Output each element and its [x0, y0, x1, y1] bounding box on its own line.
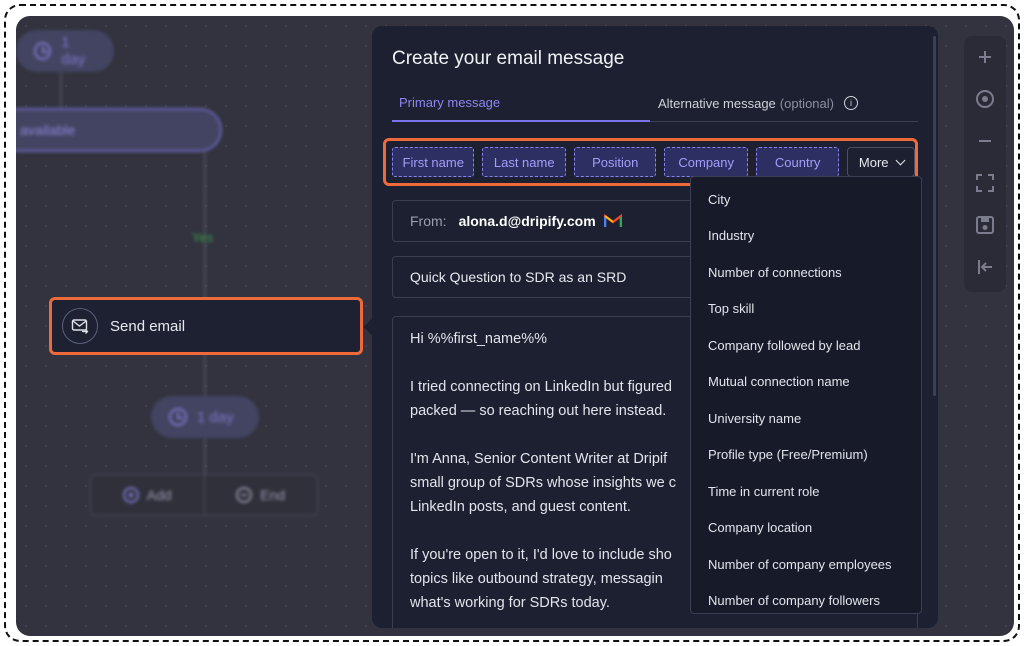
dropdown-item-number-of-company-followers[interactable]: Number of company followers	[691, 583, 921, 620]
yes-branch-label: Yes	[192, 230, 214, 245]
tab-primary-label: Primary message	[399, 94, 501, 110]
clock-icon	[34, 42, 52, 60]
add-end-control: Add End	[90, 474, 318, 516]
plus-icon[interactable]	[964, 36, 1006, 78]
end-workflow-button[interactable]: End	[203, 475, 318, 515]
dropdown-item-city[interactable]: City	[691, 181, 921, 218]
variable-chip-company[interactable]: Company	[664, 147, 748, 177]
variable-chip-position[interactable]: Position	[573, 147, 657, 177]
send-email-label: Send email	[110, 317, 186, 335]
dropdown-item-number-of-company-employees[interactable]: Number of company employees	[691, 546, 921, 583]
target-icon[interactable]	[964, 78, 1006, 120]
workflow-canvas: 1 day available Yes 1 day Add End Send e…	[16, 16, 1014, 636]
dropdown-item-top-skill[interactable]: Top skill	[691, 291, 921, 328]
delay-label: 1 day	[197, 408, 234, 426]
connector-line	[204, 438, 206, 474]
tab-primary-message[interactable]: Primary message	[392, 84, 650, 122]
connector-line	[60, 66, 62, 110]
subject-value: Quick Question to SDR as an SRD	[410, 269, 627, 285]
more-variables-button[interactable]: More	[847, 147, 915, 177]
connector-line	[204, 152, 206, 300]
fit-screen-icon[interactable]	[964, 162, 1006, 204]
condition-node[interactable]: available	[16, 108, 222, 152]
variable-chip-country[interactable]: Country	[755, 147, 840, 177]
variable-chip-last-name[interactable]: Last name	[482, 147, 566, 177]
dropdown-item-university-name[interactable]: University name	[691, 400, 921, 437]
chevron-down-icon	[895, 155, 905, 165]
from-label: From:	[410, 213, 447, 229]
dropdown-item-company-followed-by-lead[interactable]: Company followed by lead	[691, 327, 921, 364]
plus-circle-icon	[122, 487, 139, 503]
panel-scrollbar[interactable]	[933, 36, 936, 396]
dropdown-item-mutual-connection-name[interactable]: Mutual connection name	[691, 364, 921, 401]
screenshot-frame: 1 day available Yes 1 day Add End Send e…	[4, 4, 1020, 642]
variable-chip-first-name[interactable]: First name	[392, 147, 475, 177]
message-tabs: Primary message Alternative message (opt…	[392, 84, 918, 122]
dropdown-item-company-location[interactable]: Company location	[691, 510, 921, 547]
end-label: End	[260, 487, 286, 503]
more-label: More	[858, 154, 889, 170]
canvas-toolbar	[964, 36, 1006, 292]
minus-icon[interactable]	[964, 120, 1006, 162]
tab-alternative-message[interactable]: Alternative message (optional) i	[658, 84, 858, 122]
dropdown-item-profile-type[interactable]: Profile type (Free/Premium)	[691, 437, 921, 474]
send-email-node[interactable]: Send email	[49, 297, 363, 355]
tab-alternative-label: Alternative message	[658, 95, 776, 111]
from-email-value: alona.d@dripify.com	[458, 213, 596, 229]
info-icon[interactable]: i	[843, 96, 858, 110]
more-variables-dropdown: City Industry Number of connections Top …	[690, 176, 922, 614]
tab-optional-note: (optional)	[779, 95, 834, 111]
save-icon[interactable]	[964, 204, 1006, 246]
dropdown-item-time-in-current-role[interactable]: Time in current role	[691, 473, 921, 510]
minus-circle-icon	[236, 487, 253, 503]
send-email-icon	[62, 308, 98, 344]
condition-label: available	[20, 122, 76, 138]
add-label: Add	[146, 487, 172, 503]
add-step-button[interactable]: Add	[91, 475, 204, 515]
exit-icon[interactable]	[964, 246, 1006, 288]
delay-label: 1 day	[61, 34, 86, 68]
connector-line	[204, 354, 206, 400]
delay-node-bottom[interactable]: 1 day	[151, 396, 259, 438]
gmail-icon	[603, 213, 622, 228]
panel-title: Create your email message	[392, 48, 625, 69]
dropdown-item-industry[interactable]: Industry	[691, 218, 921, 255]
delay-node-top[interactable]: 1 day	[16, 30, 114, 72]
dropdown-item-number-of-connections[interactable]: Number of connections	[691, 254, 921, 291]
clock-icon	[169, 408, 187, 426]
